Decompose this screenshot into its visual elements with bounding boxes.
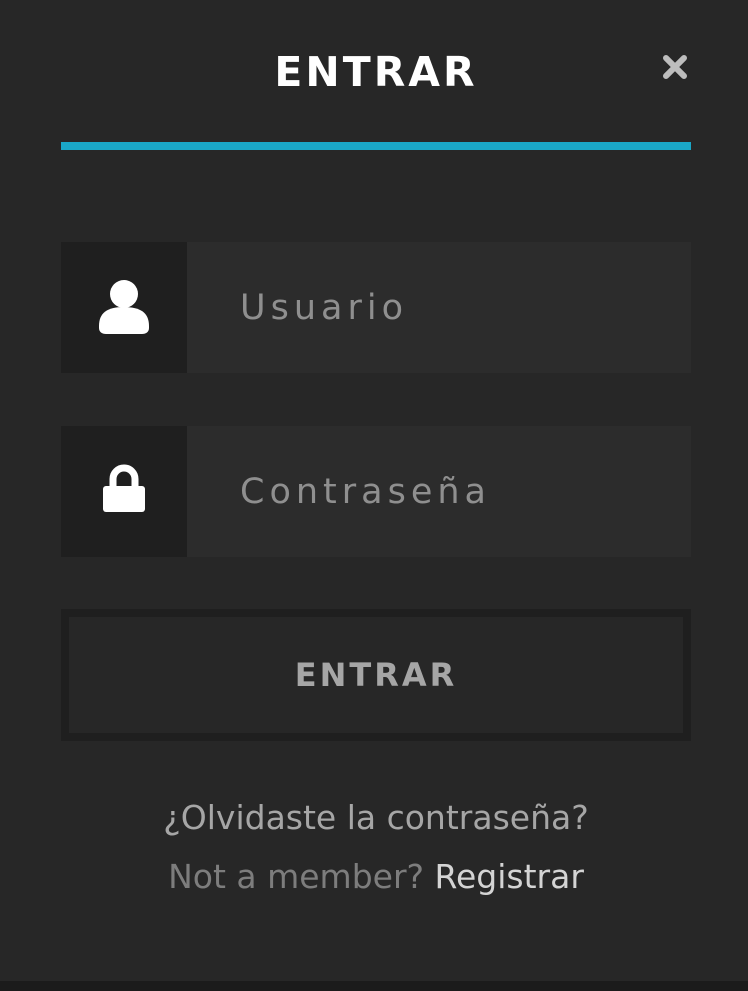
close-icon (663, 55, 687, 79)
login-modal: ENTRAR ENTRAR ¿Olvidaste la contraseña? … (0, 0, 748, 981)
lock-icon (103, 464, 145, 512)
username-field (61, 242, 691, 373)
password-icon-box (61, 426, 187, 557)
password-input[interactable] (187, 426, 691, 557)
user-icon (99, 280, 149, 334)
register-link[interactable]: Registrar (435, 857, 584, 896)
modal-title: ENTRAR (274, 48, 478, 96)
title-accent-bar (61, 142, 691, 150)
close-button[interactable] (659, 51, 691, 83)
not-member-text: Not a member? (168, 857, 425, 896)
register-prompt: Not a member? Registrar (61, 855, 691, 899)
username-input[interactable] (187, 242, 691, 373)
forgot-password-link[interactable]: ¿Olvidaste la contraseña? (61, 796, 691, 840)
password-field (61, 426, 691, 557)
login-submit-button[interactable]: ENTRAR (61, 609, 691, 741)
username-icon-box (61, 242, 187, 373)
